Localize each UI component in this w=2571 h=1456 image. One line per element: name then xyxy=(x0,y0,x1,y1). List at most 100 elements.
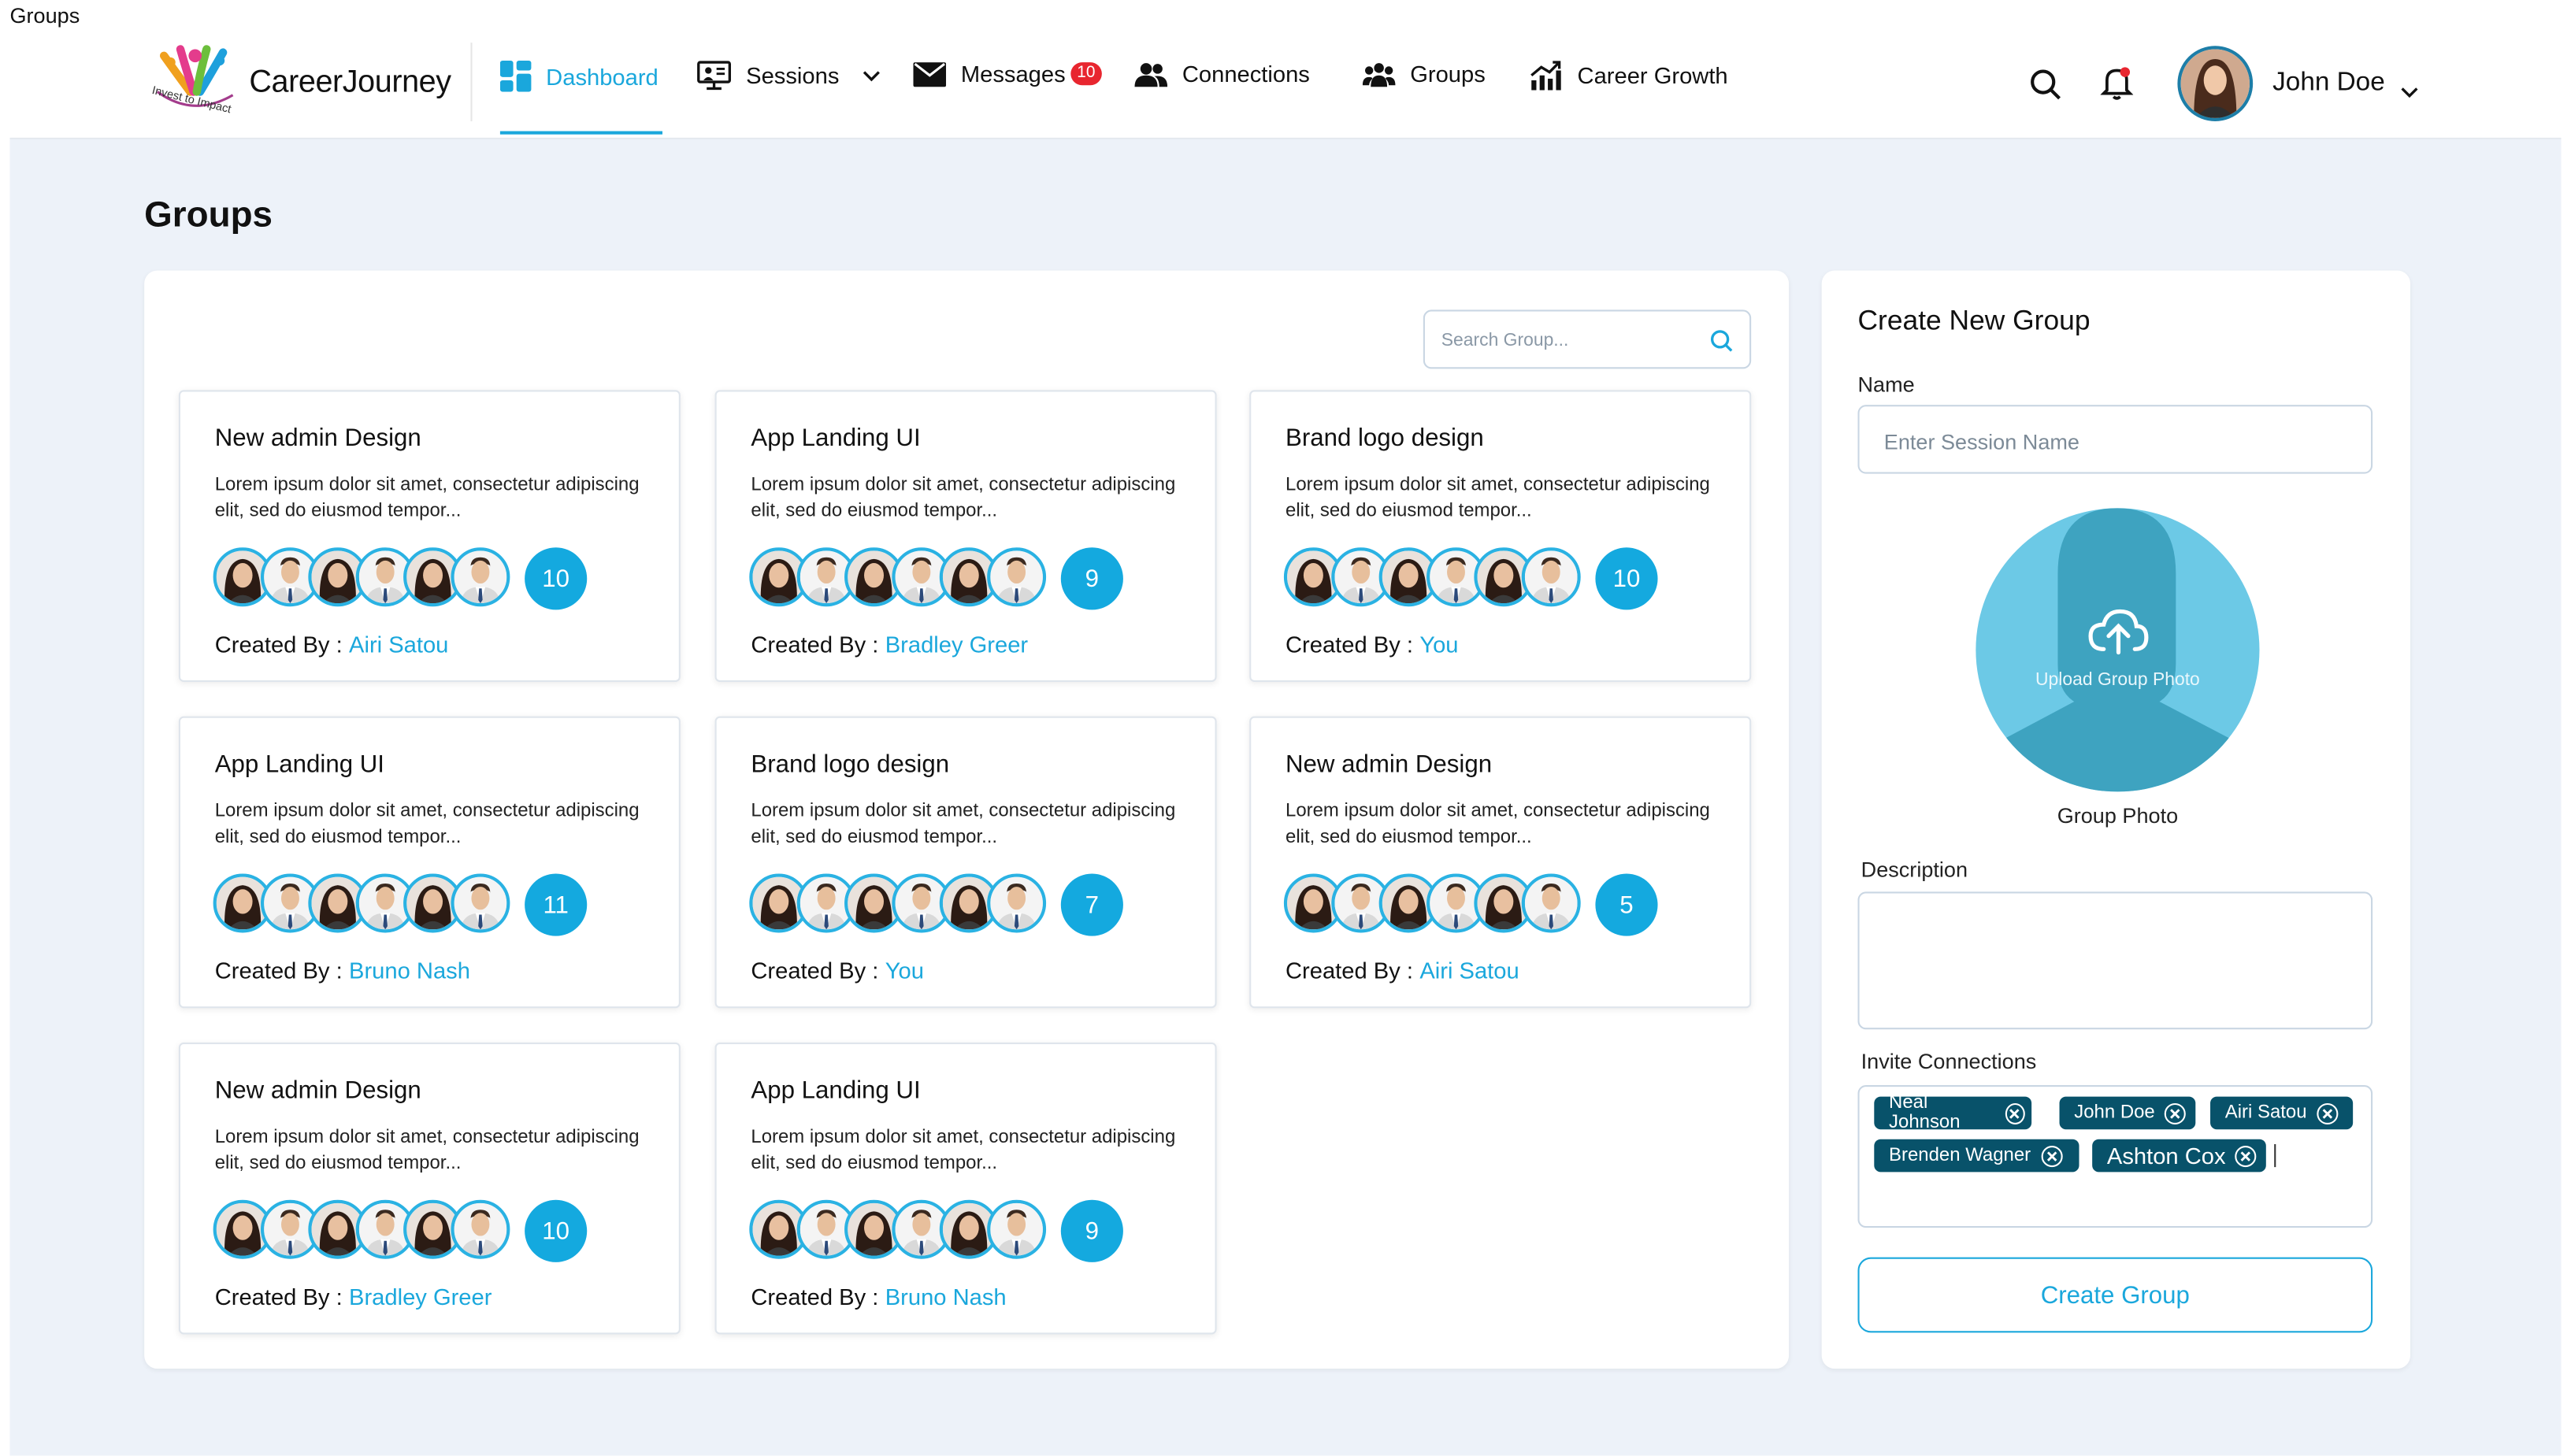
group-card-description: Lorem ipsum dolor sit amet, consectetur … xyxy=(751,475,1176,521)
invite-chip-label: Airi Satou xyxy=(2224,1102,2307,1123)
member-avatar xyxy=(1521,547,1581,607)
nav-item-sessions[interactable]: Sessions xyxy=(697,61,881,91)
created-by: Created By : Airi Satou xyxy=(215,631,449,657)
description-textarea[interactable] xyxy=(1857,891,2373,1030)
group-card-title[interactable]: App Landing UI xyxy=(751,1077,920,1105)
user-name[interactable]: John Doe xyxy=(2272,69,2385,98)
group-card[interactable]: Brand logo design Lorem ipsum dolor sit a… xyxy=(714,716,1217,1009)
brand-name: CareerJourney xyxy=(249,65,451,100)
created-by-name[interactable]: Bruno Nash xyxy=(349,958,470,984)
group-card[interactable]: New admin Design Lorem ipsum dolor sit am… xyxy=(178,390,681,682)
member-avatar xyxy=(987,873,1047,933)
created-by-label: Created By : xyxy=(751,1283,879,1310)
group-card[interactable]: App Landing UI Lorem ipsum dolor sit amet… xyxy=(714,1042,1217,1335)
header-divider xyxy=(470,43,473,122)
created-by-label: Created By : xyxy=(214,957,343,984)
remove-chip-icon[interactable] xyxy=(2317,1102,2339,1124)
group-photo-label: Group Photo xyxy=(2057,803,2179,828)
sessions-icon xyxy=(697,61,732,91)
nav-item-dashboard[interactable]: Dashboard xyxy=(499,61,659,92)
created-by-label: Created By : xyxy=(1286,631,1414,658)
group-card-description: Lorem ipsum dolor sit amet, consectetur … xyxy=(214,801,640,848)
member-count-badge: 10 xyxy=(525,547,588,610)
nav-item-career-growth[interactable]: Career Growth xyxy=(1530,61,1728,91)
member-avatar xyxy=(451,873,510,933)
messages-badge: 10 xyxy=(1070,62,1102,86)
created-by: Created By : Bruno Nash xyxy=(751,1284,1006,1310)
name-label: Name xyxy=(1857,372,1915,397)
search-input[interactable] xyxy=(1438,311,1707,371)
messages-icon xyxy=(913,61,947,87)
group-card-title[interactable]: New admin Design xyxy=(215,1077,421,1105)
upload-photo-label: Upload Group Photo xyxy=(2035,670,2200,691)
group-card-title[interactable]: New admin Design xyxy=(215,424,421,452)
notification-bell-icon[interactable] xyxy=(2100,65,2134,109)
chevron-down-icon[interactable] xyxy=(863,69,881,81)
invite-chip-label: Ashton Cox xyxy=(2106,1142,2226,1169)
nav-label-dashboard: Dashboard xyxy=(546,63,659,90)
nav-label-connections: Connections xyxy=(1182,61,1310,87)
group-card[interactable]: App Landing UI Lorem ipsum dolor sit amet… xyxy=(178,716,681,1009)
member-avatar xyxy=(451,1199,510,1259)
group-card-title[interactable]: New admin Design xyxy=(1286,750,1492,778)
group-card[interactable]: Brand logo design Lorem ipsum dolor sit a… xyxy=(1249,390,1752,682)
remove-chip-icon[interactable] xyxy=(2165,1102,2187,1124)
app-root: Groups CareerJourney Invest to Impact Da… xyxy=(0,0,2571,1456)
member-count-badge: 9 xyxy=(1060,1199,1123,1262)
member-count-badge: 9 xyxy=(1060,547,1123,610)
created-by-name[interactable]: Bradley Greer xyxy=(885,631,1028,657)
remove-chip-icon[interactable] xyxy=(2235,1145,2258,1167)
group-card-title[interactable]: App Landing UI xyxy=(215,750,384,778)
group-card-title[interactable]: App Landing UI xyxy=(751,424,920,452)
member-avatar xyxy=(987,547,1047,607)
group-card-description: Lorem ipsum dolor sit amet, consectetur … xyxy=(214,1128,640,1174)
logo-mark-icon xyxy=(156,45,234,107)
nav-active-indicator xyxy=(499,131,662,135)
group-search[interactable] xyxy=(1423,309,1752,371)
invite-chip: Airi Satou xyxy=(2210,1096,2354,1130)
member-avatar xyxy=(987,1199,1047,1259)
group-card-title[interactable]: Brand logo design xyxy=(751,750,949,778)
search-input-icon[interactable] xyxy=(1710,329,1733,361)
nav-label-messages: Messages xyxy=(960,61,1066,87)
user-avatar[interactable] xyxy=(2177,46,2254,122)
group-photo-upload[interactable]: Upload Group Photo xyxy=(1976,508,2260,792)
upload-cloud-icon[interactable] xyxy=(2087,606,2150,664)
nav-item-connections[interactable]: Connections xyxy=(1134,61,1310,87)
created-by-name[interactable]: You xyxy=(1419,631,1458,657)
member-count-badge: 10 xyxy=(525,1199,588,1262)
created-by-label: Created By : xyxy=(751,957,879,984)
created-by-name[interactable]: Bruno Nash xyxy=(885,1284,1007,1310)
member-count-badge: 11 xyxy=(525,873,588,936)
brand-logo[interactable]: CareerJourney Invest to Impact xyxy=(147,43,459,121)
created-by-name[interactable]: Airi Satou xyxy=(1419,958,1519,984)
group-card-description: Lorem ipsum dolor sit amet, consectetur … xyxy=(1286,801,1710,848)
group-card[interactable]: New admin Design Lorem ipsum dolor sit am… xyxy=(1249,716,1752,1009)
member-count-badge: 5 xyxy=(1595,873,1658,936)
invite-chip-label: John Doe xyxy=(2074,1102,2155,1123)
remove-chip-icon[interactable] xyxy=(2040,1145,2062,1167)
group-name-input[interactable] xyxy=(1880,406,2347,476)
member-avatar xyxy=(451,547,510,607)
career-growth-icon xyxy=(1530,61,1563,91)
nav-item-messages[interactable]: Messages 10 xyxy=(913,61,1102,87)
page-title: Groups xyxy=(144,193,273,235)
group-card-title[interactable]: Brand logo design xyxy=(1286,424,1484,452)
search-icon[interactable] xyxy=(2030,69,2061,108)
created-by-name[interactable]: You xyxy=(885,958,924,984)
invite-chip: Ashton Cox xyxy=(2092,1139,2266,1173)
user-menu-chevron-icon[interactable] xyxy=(2401,77,2419,106)
nav-label-sessions: Sessions xyxy=(746,62,840,89)
invite-chip: Neal Johnson xyxy=(1874,1093,2032,1132)
created-by-name[interactable]: Bradley Greer xyxy=(349,1284,492,1310)
group-card[interactable]: New admin Design Lorem ipsum dolor sit am… xyxy=(178,1042,681,1335)
group-card-description: Lorem ipsum dolor sit amet, consectetur … xyxy=(751,801,1176,848)
create-group-button[interactable]: Create Group xyxy=(1857,1257,2373,1333)
group-name-field[interactable] xyxy=(1857,405,2373,476)
invite-chip-label: Brenden Wagner xyxy=(1889,1146,2031,1166)
create-group-title: Create New Group xyxy=(1857,305,2091,336)
group-card[interactable]: App Landing UI Lorem ipsum dolor sit amet… xyxy=(714,390,1217,682)
remove-chip-icon[interactable] xyxy=(2005,1102,2025,1124)
nav-item-groups[interactable]: Groups xyxy=(1362,61,1486,87)
created-by-name[interactable]: Airi Satou xyxy=(349,631,448,657)
